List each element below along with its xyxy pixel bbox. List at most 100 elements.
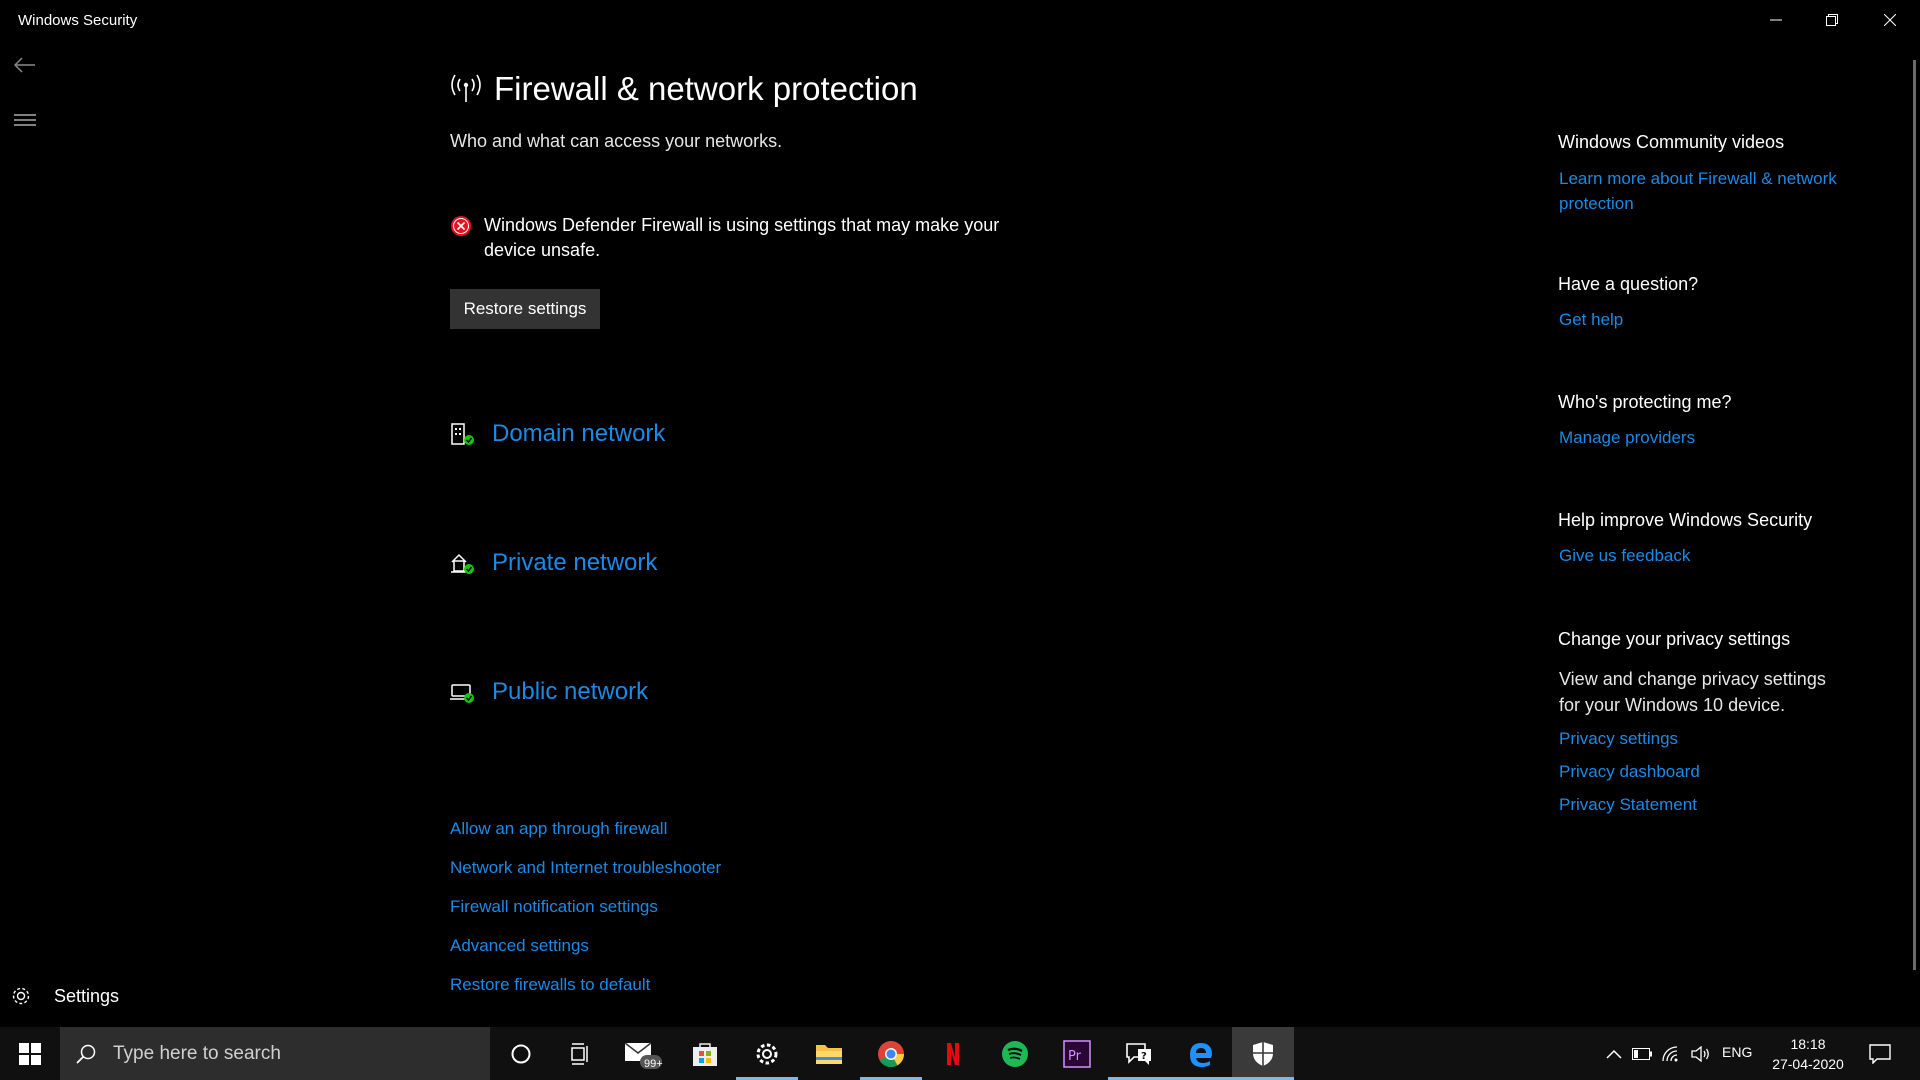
mail-app[interactable]: 99+ <box>612 1027 674 1080</box>
privacy-description: View and change privacy settings for you… <box>1559 669 1826 715</box>
start-button[interactable] <box>0 1027 60 1080</box>
mail-badge: 99+ <box>644 1058 663 1070</box>
gear-icon <box>756 1043 778 1064</box>
manage-providers-link[interactable]: Manage providers <box>1559 425 1695 450</box>
close-button[interactable] <box>1862 0 1918 40</box>
speaker-icon <box>1691 1045 1709 1062</box>
notification-settings-link[interactable]: Firewall notification settings <box>450 896 721 935</box>
spotify-app[interactable] <box>984 1027 1046 1080</box>
privacy-dashboard-link[interactable]: Privacy dashboard <box>1559 759 1700 784</box>
menu-button[interactable] <box>10 105 40 135</box>
network-tray-button[interactable] <box>1656 1027 1686 1080</box>
firewall-alert: Windows Defender Firewall is using setti… <box>450 213 1050 263</box>
title-bar: Windows Security <box>0 0 1920 40</box>
error-icon <box>451 216 471 236</box>
shield-icon <box>1253 1041 1273 1066</box>
chrome-app[interactable] <box>860 1027 922 1080</box>
allow-app-link[interactable]: Allow an app through firewall <box>450 818 721 857</box>
show-hidden-icons-button[interactable] <box>1600 1027 1628 1080</box>
page-title: Firewall & network protection <box>494 70 918 107</box>
settings-app[interactable] <box>736 1027 798 1080</box>
windows-logo-icon <box>19 1042 41 1065</box>
search-placeholder: Type here to search <box>113 1042 281 1064</box>
task-view-icon <box>571 1042 588 1065</box>
file-explorer-app[interactable] <box>798 1027 860 1080</box>
minimize-button[interactable] <box>1748 0 1804 40</box>
firewall-antenna-icon <box>451 74 481 102</box>
store-icon <box>693 1042 717 1066</box>
action-center-button[interactable] <box>1860 1027 1900 1080</box>
privacy-heading: Change your privacy settings <box>1558 629 1791 649</box>
cortana-icon <box>511 1044 531 1063</box>
gear-icon <box>12 987 30 1005</box>
cortana-button[interactable] <box>490 1027 552 1080</box>
app-title: Windows Security <box>18 12 138 29</box>
troubleshooter-link[interactable]: Network and Internet troubleshooter <box>450 857 721 896</box>
page-subtitle: Who and what can access your networks. <box>450 131 783 151</box>
domain-network-icon <box>451 423 474 445</box>
chevron-up-icon <box>1606 1049 1622 1059</box>
taskbar: Type here to search 99+ Pr ? ENG 18:18 2… <box>0 1027 1920 1080</box>
public-network-row[interactable]: Public network <box>450 678 648 706</box>
private-network-link[interactable]: Private network <box>492 549 657 577</box>
restore-window-icon <box>1826 14 1838 26</box>
premiere-app[interactable]: Pr <box>1046 1027 1108 1080</box>
community-heading: Windows Community videos <box>1558 132 1785 152</box>
private-network-row[interactable]: Private network <box>450 549 657 577</box>
netflix-app[interactable] <box>922 1027 984 1080</box>
restore-defaults-link[interactable]: Restore firewalls to default <box>450 974 721 1013</box>
public-network-icon <box>450 684 474 703</box>
hamburger-icon <box>14 114 36 126</box>
battery-button[interactable] <box>1628 1027 1656 1080</box>
get-help-app[interactable]: ? <box>1108 1027 1170 1080</box>
back-button[interactable] <box>10 50 40 80</box>
svg-text:Pr: Pr <box>1068 1049 1082 1064</box>
question-heading: Have a question? <box>1558 274 1699 294</box>
private-network-icon <box>451 553 474 574</box>
privacy-settings-link[interactable]: Privacy settings <box>1559 726 1678 751</box>
public-network-link[interactable]: Public network <box>492 678 648 706</box>
settings-label: Settings <box>54 985 120 1006</box>
taskbar-search[interactable]: Type here to search <box>60 1027 490 1080</box>
domain-network-link[interactable]: Domain network <box>492 420 665 448</box>
scrollbar[interactable] <box>1913 60 1916 970</box>
minimize-icon <box>1770 19 1782 21</box>
page-header: Firewall & network protection <box>450 70 918 108</box>
edge-app[interactable] <box>1170 1027 1232 1080</box>
search-icon <box>76 1044 96 1064</box>
notification-icon <box>1869 1043 1891 1064</box>
store-app[interactable] <box>674 1027 736 1080</box>
netflix-icon <box>942 1040 964 1067</box>
restore-settings-button[interactable]: Restore settings <box>450 289 600 329</box>
alert-text: Windows Defender Firewall is using setti… <box>484 215 1000 260</box>
wifi-icon <box>1662 1045 1678 1061</box>
task-view-button[interactable] <box>550 1027 612 1080</box>
premiere-icon: Pr <box>1063 1039 1091 1068</box>
restore-window-button[interactable] <box>1804 0 1860 40</box>
clock[interactable]: 18:18 27-04-2020 <box>1768 1034 1848 1074</box>
input-language[interactable]: ENG <box>1722 1044 1752 1060</box>
folder-icon <box>816 1044 842 1064</box>
close-icon <box>1884 14 1896 26</box>
help-chat-icon: ? <box>1126 1042 1151 1065</box>
back-arrow-icon <box>14 57 35 73</box>
clock-date: 27-04-2020 <box>1772 1056 1844 1072</box>
improve-heading: Help improve Windows Security <box>1558 510 1813 530</box>
volume-button[interactable] <box>1686 1027 1716 1080</box>
chrome-icon <box>878 1040 905 1067</box>
battery-icon <box>1632 1047 1652 1060</box>
edge-icon <box>1190 1042 1212 1067</box>
protecting-heading: Who's protecting me? <box>1558 392 1732 412</box>
feedback-link[interactable]: Give us feedback <box>1559 543 1690 568</box>
firewall-links: Allow an app through firewall Network an… <box>450 818 721 1013</box>
privacy-statement-link[interactable]: Privacy Statement <box>1559 792 1697 817</box>
settings-nav-item[interactable]: Settings <box>10 980 119 1012</box>
spotify-icon <box>1002 1040 1028 1067</box>
advanced-settings-link[interactable]: Advanced settings <box>450 935 721 974</box>
community-link[interactable]: Learn more about Firewall & network prot… <box>1559 166 1849 216</box>
clock-time: 18:18 <box>1790 1036 1826 1052</box>
domain-network-row[interactable]: Domain network <box>450 420 665 448</box>
svg-text:?: ? <box>1141 1051 1147 1062</box>
get-help-link[interactable]: Get help <box>1559 307 1623 332</box>
windows-security-app[interactable] <box>1232 1027 1294 1080</box>
